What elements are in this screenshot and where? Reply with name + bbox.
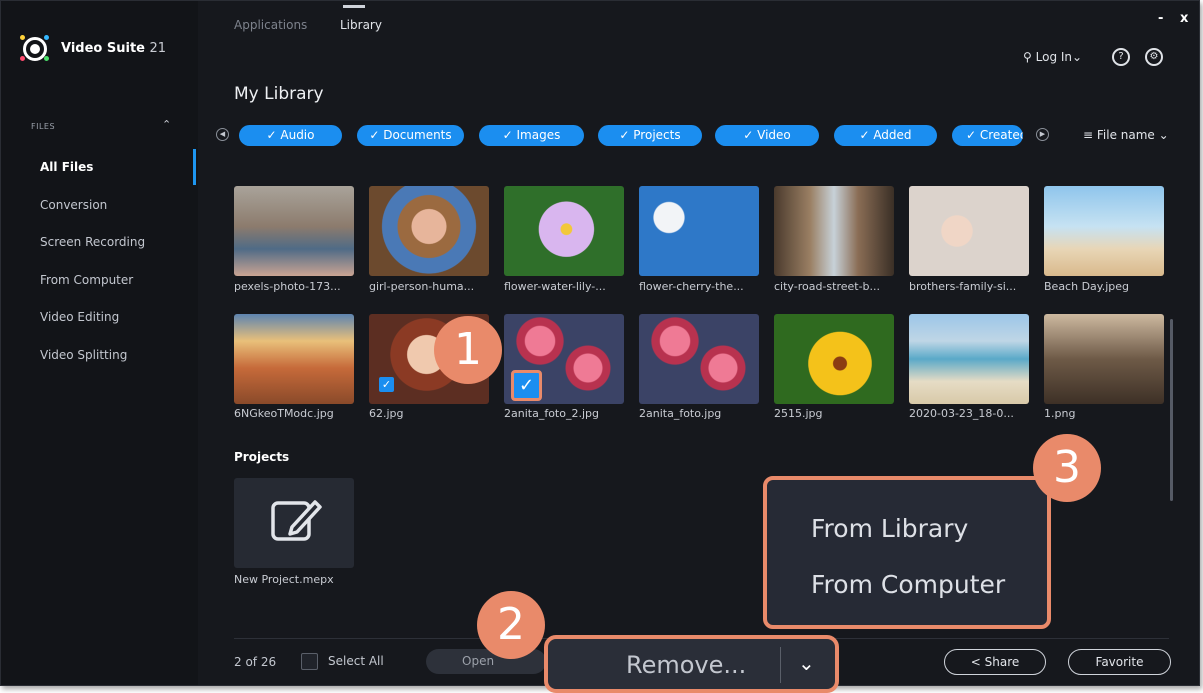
file-name: 2515.jpg [774,407,823,420]
file-thumbnail-7[interactable] [1044,186,1164,276]
selection-count: 2 of 26 [234,655,277,669]
tab-applications[interactable]: Applications [234,18,307,32]
file-name: girl-person-huma... [369,280,475,293]
login-button[interactable]: ⚲ Log In⌄ [1023,50,1082,64]
file-thumbnail-3[interactable] [504,186,624,276]
file-thumbnail-13[interactable] [909,314,1029,404]
file-name: city-road-street-b... [774,280,881,293]
app-window: Video Suite 21 FILES ⌃ All Files Convers… [0,0,1200,693]
filter-chip-created[interactable]: ✓ Created [952,125,1023,146]
user-icon: ⚲ [1023,50,1032,64]
file-name: 1.png [1044,407,1076,420]
sidebar-item-from-computer[interactable]: From Computer [40,273,133,287]
checkbox-checked[interactable]: ✓ [379,377,394,392]
file-thumbnail-4[interactable] [639,186,759,276]
close-button[interactable]: x [1180,11,1188,26]
file-thumbnail-1[interactable] [234,186,354,276]
filter-chip-video[interactable]: ✓ Video [715,125,819,146]
file-name: 62.jpg [369,407,404,420]
collapse-chevron-icon[interactable]: ⌃ [162,118,171,131]
file-name: 2anita_foto.jpg [639,407,722,420]
sidebar: Video Suite 21 FILES ⌃ All Files Convers… [1,1,198,685]
menu-item-from-computer[interactable]: From Computer [811,570,1005,599]
file-name: 2anita_foto_2.jpg [504,407,599,420]
menu-item-from-library[interactable]: From Library [811,514,968,543]
chevron-down-icon: ⌄ [1072,50,1083,64]
app-title: Video Suite 21 [61,41,167,56]
projects-section-title: Projects [234,450,290,464]
filter-chip-documents[interactable]: ✓ Documents [357,125,464,146]
filter-chip-images[interactable]: ✓ Images [479,125,584,146]
tab-library[interactable]: Library [340,18,382,32]
file-thumbnail-8[interactable] [234,314,354,404]
project-name: New Project.mepx [234,573,334,586]
filters-scroll-left-icon[interactable]: ◀ [216,128,229,141]
file-thumbnail-6[interactable] [909,186,1029,276]
page-title: My Library [234,84,324,104]
help-icon[interactable]: ? [1112,48,1130,66]
remove-menu: From Library From Computer [763,476,1051,629]
filter-chip-projects[interactable]: ✓ Projects [598,125,702,146]
callout-badge-1: 1 [434,316,502,384]
file-thumbnail-14[interactable] [1044,314,1164,404]
file-name: flower-water-lily-... [504,280,606,293]
share-icon: < [970,655,981,669]
sidebar-item-video-splitting[interactable]: Video Splitting [40,348,127,362]
remove-button-label: Remove... [626,651,747,679]
file-name: brothers-family-si... [909,280,1017,293]
sort-dropdown[interactable]: ≡ File name ⌄ [1083,128,1169,142]
sort-icon: ≡ [1083,128,1094,142]
share-button[interactable]: < Share [944,649,1046,675]
file-name: 6NGkeoTModc.jpg [234,407,334,420]
sidebar-item-video-editing[interactable]: Video Editing [40,310,119,324]
favorite-button[interactable]: Favorite [1068,649,1171,675]
chevron-down-icon[interactable]: ⌄ [798,651,815,675]
files-section-header: FILES [31,122,56,131]
select-all-checkbox[interactable] [301,653,318,670]
checkbox-checked[interactable]: ✓ [511,370,542,401]
chevron-down-icon: ⌄ [1158,128,1169,142]
callout-badge-2: 2 [477,591,545,659]
file-thumbnail-2[interactable] [369,186,489,276]
select-all-label: Select All [328,654,384,668]
sidebar-item-all-files[interactable]: All Files [40,160,93,174]
scrollbar[interactable] [1170,319,1173,501]
tab-active-indicator [343,5,365,8]
sidebar-item-screen-recording[interactable]: Screen Recording [40,235,145,249]
divider [780,647,781,683]
file-thumbnail-11[interactable] [639,314,759,404]
remove-button[interactable]: Remove... ⌄ [544,635,839,693]
file-thumbnail-5[interactable] [774,186,894,276]
settings-gear-icon[interactable]: ⚙ [1145,48,1163,66]
sidebar-item-conversion[interactable]: Conversion [40,198,107,212]
edit-project-icon [271,500,322,541]
project-tile[interactable] [234,478,354,568]
file-thumbnail-12[interactable] [774,314,894,404]
file-name: Beach Day.jpeg [1044,280,1130,293]
minimize-button[interactable]: - [1158,11,1163,26]
file-name: flower-cherry-the... [639,280,744,293]
app-logo-icon [20,35,49,61]
file-name: 2020-03-23_18-0... [909,407,1014,420]
filter-chip-added[interactable]: ✓ Added [834,125,937,146]
filters-scroll-right-icon[interactable]: ▶ [1036,128,1049,141]
callout-badge-3: 3 [1033,434,1101,502]
filter-chip-audio[interactable]: ✓ Audio [239,125,342,146]
file-name: pexels-photo-173... [234,280,341,293]
active-indicator [193,149,196,185]
